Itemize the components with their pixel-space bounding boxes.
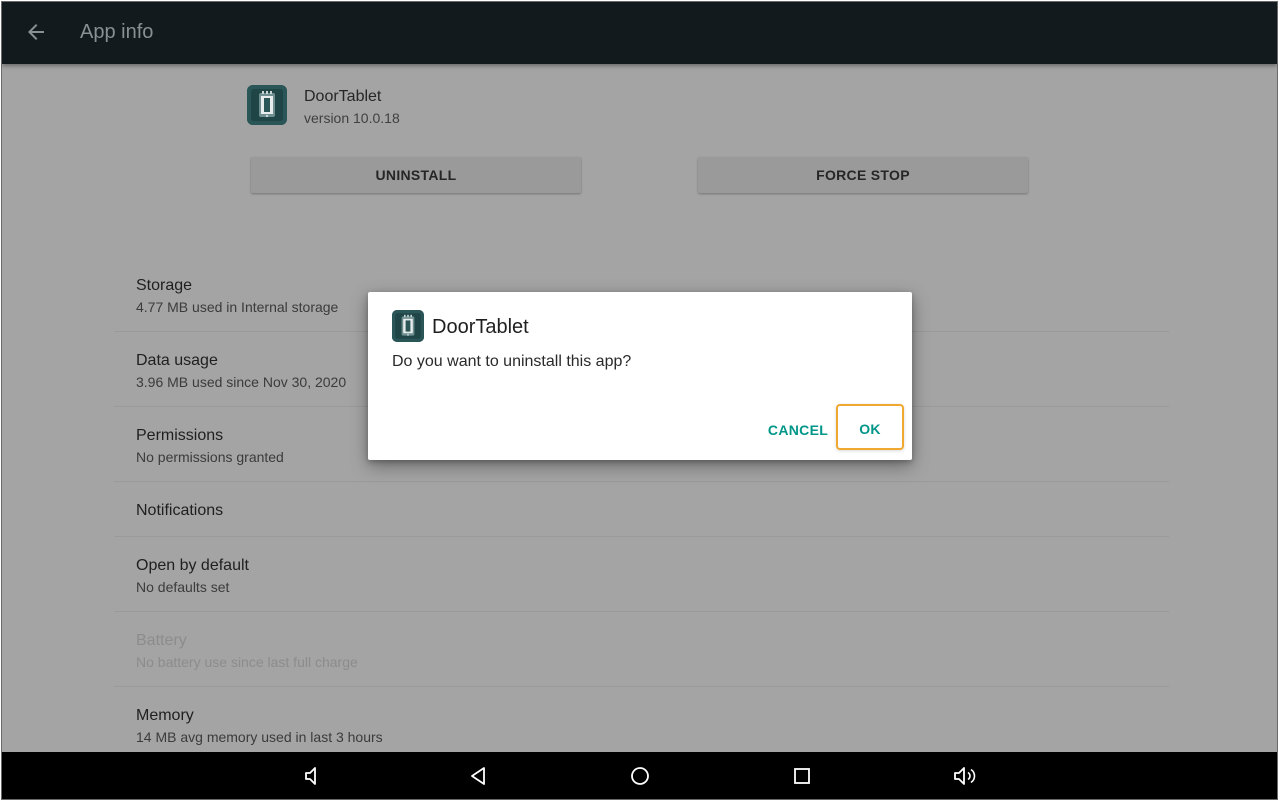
setting-subtitle: 14 MB avg memory used in last 3 hours — [136, 729, 383, 745]
setting-title: Data usage — [136, 352, 218, 369]
uninstall-dialog: DoorTablet Do you want to uninstall this… — [368, 292, 912, 460]
cancel-button[interactable]: CANCEL — [764, 406, 832, 454]
setting-title: Notifications — [136, 502, 224, 519]
force-stop-button[interactable]: FORCE STOP — [698, 157, 1028, 193]
setting-title: Battery — [136, 632, 187, 649]
doortablet-app-icon — [247, 85, 287, 125]
back-triangle-icon[interactable] — [466, 764, 490, 788]
setting-notifications[interactable]: Notifications — [114, 482, 1169, 537]
page-title: App info — [80, 21, 154, 43]
setting-title: Memory — [136, 707, 194, 724]
setting-subtitle: No permissions granted — [136, 449, 284, 465]
volume-up-icon[interactable] — [952, 764, 976, 788]
setting-battery: Battery No battery use since last full c… — [114, 612, 1169, 687]
setting-title: Permissions — [136, 427, 224, 444]
home-circle-icon[interactable] — [628, 764, 652, 788]
setting-memory[interactable]: Memory 14 MB avg memory used in last 3 h… — [114, 687, 1169, 761]
doortablet-app-icon — [392, 310, 424, 342]
dialog-title: DoorTablet — [432, 316, 529, 338]
setting-title: Storage — [136, 277, 193, 294]
setting-open-by-default[interactable]: Open by default No defaults set — [114, 537, 1169, 612]
setting-subtitle: 4.77 MB used in Internal storage — [136, 299, 339, 315]
setting-title: Open by default — [136, 557, 249, 574]
system-nav-bar — [2, 752, 1277, 799]
uninstall-button[interactable]: UNINSTALL — [251, 157, 581, 193]
setting-subtitle: No defaults set — [136, 579, 230, 595]
dialog-message: Do you want to uninstall this app? — [392, 353, 632, 370]
recents-square-icon[interactable] — [790, 764, 814, 788]
volume-down-icon[interactable] — [302, 764, 326, 788]
app-bar: App info — [2, 2, 1277, 64]
app-name: DoorTablet — [304, 88, 382, 105]
ok-button[interactable]: OK — [836, 404, 904, 450]
app-version: version 10.0.18 — [304, 110, 400, 126]
device-screen: App info DoorTablet version 10.0.18 UNIN… — [1, 1, 1278, 800]
setting-subtitle: No battery use since last full charge — [136, 654, 358, 670]
setting-subtitle: 3.96 MB used since Nov 30, 2020 — [136, 374, 347, 390]
arrow-left-icon[interactable] — [24, 20, 48, 44]
